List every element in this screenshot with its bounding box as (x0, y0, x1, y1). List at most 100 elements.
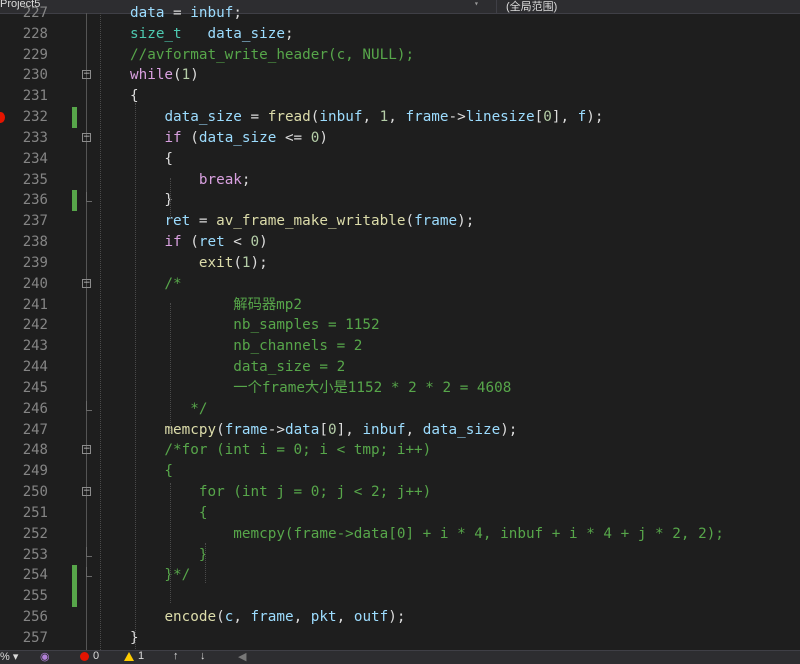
code-text[interactable]: while(1) (130, 65, 199, 86)
code-line[interactable]: 247 memcpy(frame->data[0], inbuf, data_s… (0, 420, 800, 441)
code-token: { (130, 88, 139, 105)
code-line[interactable]: 227 data = inbuf; (0, 3, 800, 24)
code-line[interactable]: 239 exit(1); (0, 253, 800, 274)
code-token: ); (586, 109, 604, 126)
code-line[interactable]: 246 */ (0, 399, 800, 420)
code-line[interactable]: 248 − /*for (int i = 0; i < tmp; i++) (0, 440, 800, 461)
code-line[interactable]: 255 (0, 586, 800, 608)
code-text[interactable]: if (ret < 0) (130, 232, 267, 253)
code-text[interactable]: //avformat_write_header(c, NULL); (130, 45, 414, 66)
code-line[interactable]: 236 } (0, 190, 800, 212)
status-bar: % ▾ ◉ 0 1 ↑ ↓ ◀ (0, 650, 800, 664)
code-text[interactable]: break; (130, 170, 251, 191)
code-text[interactable]: /*for (int i = 0; i < tmp; i++) (130, 440, 431, 461)
code-token: = (241, 109, 268, 126)
code-line[interactable]: 249 { (0, 461, 800, 482)
code-line[interactable]: 241 解码器mp2 (0, 295, 800, 316)
code-text[interactable]: memcpy(frame->data[0], inbuf, data_size)… (130, 420, 517, 441)
code-line[interactable]: 232 data_size = fread(inbuf, 1, frame->l… (0, 107, 800, 129)
collapse-icon[interactable]: − (82, 487, 91, 497)
code-text[interactable]: /* (130, 274, 181, 295)
line-number: 240 (22, 275, 48, 292)
code-line[interactable]: 234 { (0, 149, 800, 170)
code-token: data_size (198, 129, 277, 146)
code-editor[interactable]: 227 data = inbuf; 228 size_t data_size; 229 /… (0, 5, 800, 653)
indent-guide (135, 103, 136, 653)
code-text[interactable]: encode(c, frame, pkt, outf); (130, 607, 405, 628)
code-line[interactable]: 256 encode(c, frame, pkt, outf); (0, 607, 800, 628)
code-text[interactable]: }*/ (130, 565, 190, 586)
code-text[interactable]: ret = av_frame_make_writable(frame); (130, 211, 474, 232)
code-line[interactable]: 254 }*/ (0, 565, 800, 587)
code-text[interactable]: } (130, 190, 173, 211)
code-token: fread (267, 109, 311, 126)
fold-end-marker (86, 567, 92, 578)
code-token: memcpy (164, 421, 217, 438)
code-token: 0 (543, 109, 552, 126)
code-line[interactable]: 238 if (ret < 0) (0, 232, 800, 253)
code-line[interactable]: 243 nb_channels = 2 (0, 336, 800, 357)
line-number: 252 (22, 525, 48, 542)
code-line[interactable]: 240 − /* (0, 274, 800, 295)
code-text[interactable]: */ (130, 399, 207, 420)
code-text[interactable]: 一个frame大小是1152 * 2 * 2 = 4608 (130, 378, 511, 399)
code-line[interactable]: 231 { (0, 86, 800, 107)
code-token: while (130, 67, 174, 84)
indent-guide (205, 543, 206, 583)
code-line[interactable]: 253 } (0, 545, 800, 566)
code-text[interactable]: nb_channels = 2 (130, 336, 362, 357)
code-line[interactable]: 242 nb_samples = 1152 (0, 315, 800, 336)
code-token: ret (198, 234, 225, 251)
code-text[interactable]: { (130, 503, 208, 524)
warning-count[interactable]: 1 (138, 650, 144, 662)
code-line[interactable]: 237 ret = av_frame_make_writable(frame); (0, 211, 800, 232)
code-line[interactable]: 228 size_t data_size; (0, 24, 800, 45)
indent-guide (170, 483, 171, 603)
error-count[interactable]: 0 (93, 650, 99, 662)
collapse-icon[interactable]: − (82, 70, 91, 80)
code-token: if (164, 234, 182, 251)
down-arrow-icon[interactable]: ↓ (200, 650, 206, 662)
code-text[interactable]: for (int j = 0; j < 2; j++) (130, 482, 431, 503)
code-line[interactable]: 245 一个frame大小是1152 * 2 * 2 = 4608 (0, 378, 800, 399)
collapse-icon[interactable]: − (82, 278, 91, 288)
code-line[interactable]: 257} (0, 628, 800, 649)
code-text[interactable]: { (130, 149, 173, 170)
code-text[interactable]: nb_samples = 1152 (130, 315, 379, 336)
code-text[interactable]: exit(1); (130, 253, 268, 274)
code-text[interactable]: 解码器mp2 (130, 295, 302, 316)
code-text[interactable]: } (130, 545, 208, 566)
line-number: 257 (22, 629, 48, 646)
scroll-left-icon[interactable]: ◀ (238, 650, 246, 663)
code-text[interactable]: data = inbuf; (130, 3, 242, 24)
code-token: ; (241, 171, 251, 188)
code-line[interactable]: 233 − if (data_size <= 0) (0, 128, 800, 149)
code-line[interactable]: 251 { (0, 503, 800, 524)
code-text[interactable]: memcpy(frame->data[0] + i * 4, inbuf + i… (130, 524, 724, 545)
code-line[interactable]: 250 − for (int j = 0; j < 2; j++) (0, 482, 800, 503)
error-icon[interactable] (80, 652, 89, 664)
collapse-icon[interactable]: − (82, 132, 91, 142)
code-line[interactable]: 244 data_size = 2 (0, 357, 800, 378)
code-text[interactable]: if (data_size <= 0) (130, 128, 328, 149)
code-token: size_t (130, 25, 182, 42)
code-token: ( (181, 129, 199, 146)
warning-icon[interactable] (124, 652, 134, 664)
code-token: ); (250, 254, 268, 271)
code-text[interactable]: { (130, 461, 173, 482)
code-token: <= (276, 129, 311, 146)
code-line[interactable]: 229 //avformat_write_header(c, NULL); (0, 45, 800, 66)
up-arrow-icon[interactable]: ↑ (173, 650, 179, 662)
zoom-level[interactable]: % ▾ (0, 650, 18, 663)
code-text[interactable]: data_size = fread(inbuf, 1, frame->lines… (130, 107, 604, 128)
code-line[interactable]: 235 break; (0, 170, 800, 191)
health-icon[interactable]: ◉ (40, 650, 50, 663)
code-line[interactable]: 230 − while(1) (0, 65, 800, 86)
collapse-icon[interactable]: − (82, 445, 91, 455)
code-line[interactable]: 252 memcpy(frame->data[0] + i * 4, inbuf… (0, 524, 800, 545)
line-number: 246 (22, 400, 48, 417)
code-token: ; (233, 5, 242, 21)
code-text[interactable]: size_t data_size; (130, 24, 294, 45)
code-text[interactable]: data_size = 2 (130, 357, 345, 378)
